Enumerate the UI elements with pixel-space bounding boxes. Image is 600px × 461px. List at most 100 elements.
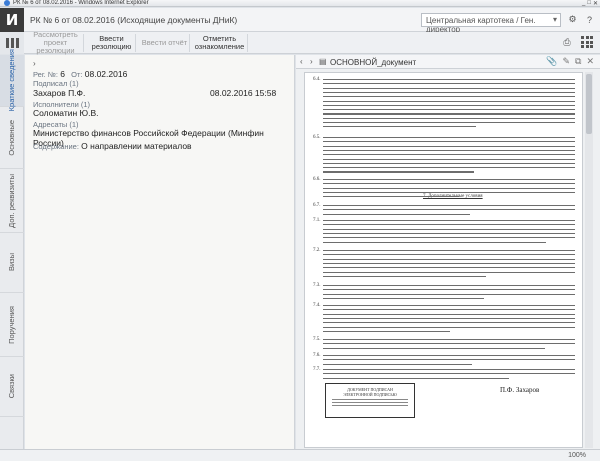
signed-at: 08.02.2016 15:58 <box>210 88 277 98</box>
text-line <box>323 262 575 265</box>
text-line <box>323 355 575 357</box>
text-line <box>323 117 575 119</box>
document-card: › Рег. №: 6 От: 08.02.2016 Подписал (1) … <box>25 55 295 449</box>
previous-file-icon[interactable]: ‹ <box>300 57 303 66</box>
text-line <box>323 317 575 320</box>
text-line <box>323 141 575 143</box>
department-select[interactable]: Центральная картотека / Ген. директор ▾ <box>421 13 561 34</box>
viewer-scrollbar[interactable] <box>585 72 593 448</box>
text-line <box>323 258 575 260</box>
paragraph-number: 7.3. <box>313 283 321 288</box>
app-logo[interactable]: И <box>0 8 24 32</box>
text-line <box>323 359 575 361</box>
text-line <box>323 167 575 169</box>
text-line <box>323 122 575 124</box>
tab-visas-label: Визы <box>7 253 16 272</box>
signers-label[interactable]: Подписал (1) <box>33 79 79 88</box>
text-line <box>323 109 575 111</box>
viewer-toolbar: ‹ › ▤ ОСНОВНОЙ_документ 📎 ✎ ⧉ ✕ <box>296 55 600 69</box>
tab-assignments[interactable]: Поручения <box>0 293 24 357</box>
scrollbar-thumb[interactable] <box>586 74 592 134</box>
tab-summary[interactable]: Краткие сведения <box>0 49 24 112</box>
window-titlebar: РК № 6 от 08.02.2016 - Windows Internet … <box>0 0 600 7</box>
text-line <box>323 309 575 311</box>
text-line <box>323 145 575 147</box>
ie-icon <box>4 0 10 6</box>
text-line <box>323 377 509 379</box>
minimize-icon[interactable]: _ <box>582 0 585 7</box>
text-line <box>323 363 472 365</box>
apps-grid-icon[interactable] <box>580 35 594 49</box>
next-file-icon[interactable]: › <box>310 57 313 66</box>
text-line <box>323 224 575 226</box>
tab-links[interactable]: Связки <box>0 357 24 417</box>
file-name[interactable]: ОСНОВНОЙ_документ <box>330 58 416 67</box>
text-line <box>323 100 575 102</box>
collapse-arrow-icon[interactable]: › <box>33 59 36 68</box>
enter-report-button[interactable]: Ввести отчёт <box>140 34 190 52</box>
settings-icon[interactable]: ⚙ <box>566 13 579 26</box>
enter-resolution-button[interactable]: Ввести резолюцию <box>88 34 136 52</box>
help-icon[interactable]: ? <box>583 13 596 26</box>
text-line <box>323 275 486 277</box>
reg-number: 6 <box>60 69 65 79</box>
text-line <box>323 267 575 269</box>
attach-icon[interactable]: 📎 <box>546 56 557 67</box>
maximize-icon[interactable]: □ <box>587 0 591 7</box>
text-line <box>323 162 575 164</box>
text-line <box>323 373 575 375</box>
copy-icon[interactable]: ⧉ <box>575 56 581 67</box>
text-line <box>323 326 575 328</box>
review-draft-resolution-button[interactable]: Рассмотреть проект резолюции <box>28 31 84 55</box>
paragraph-number: 7.2. <box>313 248 321 253</box>
text-line <box>323 271 575 273</box>
text-line <box>323 113 575 115</box>
text-line <box>323 213 470 215</box>
paragraph-number: 7.7. <box>313 367 321 372</box>
tab-main[interactable]: Основные <box>0 107 24 169</box>
paragraph-number: 7.5. <box>313 337 321 342</box>
text-line <box>323 179 575 181</box>
text-line <box>323 209 575 211</box>
text-line <box>323 369 575 371</box>
text-line <box>323 232 575 235</box>
paragraph-number: 6.7. <box>313 203 321 208</box>
chevron-down-icon: ▾ <box>552 15 557 24</box>
reg-date: 08.02.2016 <box>84 69 128 79</box>
mark-acquaintance-button[interactable]: Отметить ознакомление <box>192 34 248 52</box>
app-header: И РК № 6 от 08.02.2016 (Исходящие докуме… <box>0 8 600 34</box>
window-controls: _ □ ✕ <box>582 0 598 7</box>
tab-extra-details[interactable]: Доп. реквизиты <box>0 169 24 233</box>
tab-extra-details-label: Доп. реквизиты <box>7 173 16 228</box>
delete-icon[interactable]: ✕ <box>586 56 594 67</box>
text-line <box>323 196 459 198</box>
action-toolbar: Рассмотреть проект резолюции Ввести резо… <box>0 31 600 55</box>
reg-label: Рег. №: <box>33 70 58 79</box>
zoom-level[interactable]: 100% <box>568 452 586 459</box>
text-line <box>323 187 575 189</box>
text-line <box>323 297 484 300</box>
content-label: Содержание: <box>33 142 79 151</box>
paragraph-number: 6.4. <box>313 77 321 82</box>
tab-assignments-label: Поручения <box>7 305 16 344</box>
tab-links-label: Связки <box>7 374 16 399</box>
window-title: РК № 6 от 08.02.2016 - Windows Internet … <box>13 0 149 6</box>
stamp-line-2: ЭЛЕКТРОННОЙ ПОДПИСЬЮ <box>343 392 397 397</box>
document-viewer: ‹ › ▤ ОСНОВНОЙ_документ 📎 ✎ ⧉ ✕ 7. Допол… <box>296 55 600 449</box>
tab-visas[interactable]: Визы <box>0 233 24 293</box>
reg-row: Рег. №: 6 От: 08.02.2016 <box>33 69 127 79</box>
text-line <box>323 228 575 230</box>
print-icon[interactable]: ⎙ <box>560 35 574 49</box>
text-line <box>323 126 476 128</box>
content-row: Содержание: О направлении материалов <box>33 141 192 151</box>
document-page: 7. Дополнительные условия ДОКУМЕНТ ПОДПИ… <box>304 72 583 448</box>
text-line <box>323 343 575 345</box>
paragraph-number: 6.5. <box>313 135 321 140</box>
text-line <box>323 87 575 89</box>
close-icon[interactable]: ✕ <box>593 0 598 7</box>
edit-icon[interactable]: ✎ <box>562 56 570 67</box>
paragraph-number: 7.6. <box>313 353 321 358</box>
text-line <box>323 220 575 222</box>
text-line <box>323 254 575 256</box>
date-label: От: <box>71 70 83 79</box>
